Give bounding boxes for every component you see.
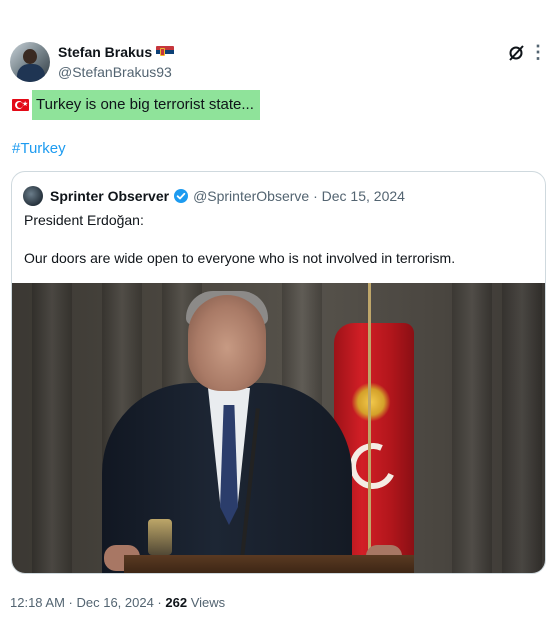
author-avatar[interactable] bbox=[10, 42, 50, 82]
more-options-icon[interactable]: ⋮ bbox=[529, 42, 547, 63]
quoted-post-meta: @SprinterObserve · Dec 15, 2024 bbox=[193, 188, 405, 204]
quoted-post-text-line1: President Erdoğan: bbox=[24, 212, 144, 228]
hashtag-link[interactable]: #Turkey bbox=[12, 140, 66, 157]
quoted-author-name[interactable]: Sprinter Observer bbox=[50, 188, 169, 204]
post-time[interactable]: 12:18 AM · Dec 16, 2024 · bbox=[10, 595, 165, 610]
highlighted-post-text: Turkey is one big terrorist state... bbox=[32, 90, 260, 120]
verified-badge-icon bbox=[174, 189, 189, 203]
quoted-post-header: Sprinter Observer @SprinterObserve · Dec… bbox=[23, 186, 405, 206]
turkey-flag-icon: ★ bbox=[12, 99, 29, 111]
serbia-flag-icon bbox=[156, 46, 175, 58]
post-text: ★ Turkey is one big terrorist state... bbox=[12, 89, 260, 121]
views-label: Views bbox=[187, 595, 226, 610]
post-header: Stefan Brakus @StefanBrakus93 ⋮ bbox=[10, 40, 547, 84]
author-handle[interactable]: @StefanBrakus93 bbox=[58, 64, 172, 80]
podium bbox=[124, 555, 414, 573]
post-timestamp: 12:18 AM · Dec 16, 2024 · 262 Views bbox=[10, 595, 225, 610]
quoted-post-photo[interactable] bbox=[12, 283, 545, 573]
author-name[interactable]: Stefan Brakus bbox=[58, 44, 175, 60]
quoted-post-text-line2: Our doors are wide open to everyone who … bbox=[24, 250, 456, 266]
views-count[interactable]: 262 bbox=[165, 595, 187, 610]
quoted-author-avatar[interactable] bbox=[23, 186, 43, 206]
grok-icon[interactable] bbox=[507, 44, 525, 62]
quoted-post[interactable]: Sprinter Observer @SprinterObserve · Dec… bbox=[11, 171, 546, 574]
